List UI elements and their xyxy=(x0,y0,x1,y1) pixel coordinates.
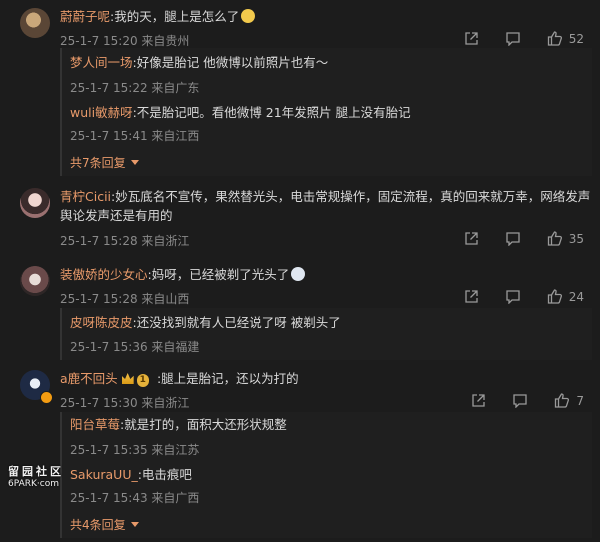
comment-text: :妙瓦底名不宣传，果然替光头，电击常规操作，固定流程，真的回来就万幸，网络发声 xyxy=(111,189,591,204)
comment-text: :我的天，腿上是怎么了 xyxy=(110,9,240,24)
comment-meta: 25-1-7 15:28 来自浙江 xyxy=(60,234,190,248)
comment-author[interactable]: 蔚蔚子呢 xyxy=(60,9,110,24)
comment-meta: 25-1-7 15:28 来自山西 xyxy=(60,292,190,306)
vip-badge: 1 xyxy=(136,374,149,387)
comment-author[interactable]: 青柠Cicii xyxy=(60,189,111,204)
chevron-down-icon xyxy=(131,522,140,527)
reply-author[interactable]: 阳台草莓 xyxy=(70,417,120,432)
reply-text: :就是打的，面积大还形状规整 xyxy=(120,417,287,432)
reply-author[interactable]: 皮呀陈皮皮 xyxy=(70,315,133,330)
more-replies-link[interactable]: 共7条回复 xyxy=(70,154,140,171)
like-count: 35 xyxy=(568,231,584,246)
share-button[interactable] xyxy=(464,289,479,304)
like-button[interactable]: 52 xyxy=(547,31,584,46)
share-button[interactable] xyxy=(471,393,486,408)
comment-text-continued: 舆论发声还是有用的 xyxy=(60,208,173,223)
reply-text: :好像是胎记 他微博以前照片也有～ xyxy=(132,55,329,70)
reply-text: :不是胎记吧。看他微博 21年发照片 腿上没有胎记 xyxy=(132,105,411,120)
share-icon xyxy=(472,394,486,407)
reply-list: 阳台草莓:就是打的，面积大还形状规整 25-1-7 15:35 来自江苏 Sak… xyxy=(60,412,592,538)
reply-author[interactable]: 梦人间一场 xyxy=(70,55,133,70)
reply-list: 皮呀陈皮皮:还没找到就有人已经说了呀 被剃头了 25-1-7 15:36 来自福… xyxy=(60,308,592,360)
comment-button[interactable] xyxy=(505,231,521,246)
reply-list: 梦人间一场:好像是胎记 他微博以前照片也有～ 25-1-7 15:22 来自广东… xyxy=(60,48,592,176)
comment-icon xyxy=(506,290,520,304)
comment-text: :妈呀，已经被剃了光头了 xyxy=(147,267,290,282)
share-icon xyxy=(465,32,478,45)
share-button[interactable] xyxy=(464,231,479,246)
comment-icon xyxy=(506,232,520,246)
reply-item: 皮呀陈皮皮:还没找到就有人已经说了呀 被剃头了 xyxy=(70,314,341,332)
reply-author[interactable]: SakuraUU_ xyxy=(70,467,138,482)
like-icon xyxy=(547,231,562,246)
reply-meta: 25-1-7 15:43 来自广西 xyxy=(70,491,200,505)
like-button[interactable]: 24 xyxy=(547,289,584,304)
reply-item: wuli敏赫呀:不是胎记吧。看他微博 21年发照片 腿上没有胎记 xyxy=(70,104,411,122)
reply-author[interactable]: wuli敏赫呀 xyxy=(70,105,133,120)
comment-button[interactable] xyxy=(505,289,521,304)
like-icon xyxy=(555,393,570,408)
like-icon xyxy=(547,31,562,46)
reply-item: 梦人间一场:好像是胎记 他微博以前照片也有～ xyxy=(70,54,328,72)
more-replies-link[interactable]: 共4条回复 xyxy=(70,516,140,533)
avatar[interactable] xyxy=(20,8,50,38)
reply-meta: 25-1-7 15:36 来自福建 xyxy=(70,340,200,354)
comment-meta: 25-1-7 15:30 来自浙江 xyxy=(60,396,190,410)
dizzy-emoji-icon xyxy=(241,9,256,23)
site-watermark: 留园社区 6PARK·com xyxy=(8,466,64,490)
watermark-line2: 6PARK·com xyxy=(8,479,59,489)
reply-item: SakuraUU_:电击痕吧 xyxy=(70,466,192,484)
like-count: 7 xyxy=(576,393,584,408)
reply-item: 阳台草莓:就是打的，面积大还形状规整 xyxy=(70,416,287,434)
reply-text: :还没找到就有人已经说了呀 被剃头了 xyxy=(132,315,341,330)
comment-icon xyxy=(506,32,520,46)
comment-button[interactable] xyxy=(505,31,521,46)
like-icon xyxy=(547,289,562,304)
fearful-emoji-icon xyxy=(291,267,306,281)
like-button[interactable]: 35 xyxy=(547,231,584,246)
more-replies-label: 共4条回复 xyxy=(70,518,126,532)
comment-button[interactable] xyxy=(512,393,528,408)
reply-text: :电击痕吧 xyxy=(137,467,192,482)
reply-meta: 25-1-7 15:35 来自江苏 xyxy=(70,443,200,457)
avatar[interactable] xyxy=(20,266,50,296)
crown-icon xyxy=(121,373,134,384)
share-button[interactable] xyxy=(464,31,479,46)
comment-meta: 25-1-7 15:20 来自贵州 xyxy=(60,34,190,48)
comment-author[interactable]: a鹿不回头 xyxy=(60,371,118,386)
like-button[interactable]: 7 xyxy=(554,393,584,408)
avatar[interactable] xyxy=(20,188,50,218)
watermark-line1: 留园社区 xyxy=(8,465,64,478)
reply-meta: 25-1-7 15:41 来自江西 xyxy=(70,129,200,143)
comment-text: :腿上是胎记，还以为打的 xyxy=(156,371,299,386)
share-icon xyxy=(465,290,478,303)
like-count: 24 xyxy=(568,289,584,304)
share-icon xyxy=(465,232,478,245)
verified-badge-icon xyxy=(40,391,53,404)
more-replies-label: 共7条回复 xyxy=(70,156,126,170)
like-count: 52 xyxy=(568,31,584,46)
reply-meta: 25-1-7 15:22 来自广东 xyxy=(70,81,200,95)
comment-icon xyxy=(513,394,528,408)
comment-author[interactable]: 装傲娇的少女心 xyxy=(60,267,148,282)
chevron-down-icon xyxy=(131,160,140,165)
